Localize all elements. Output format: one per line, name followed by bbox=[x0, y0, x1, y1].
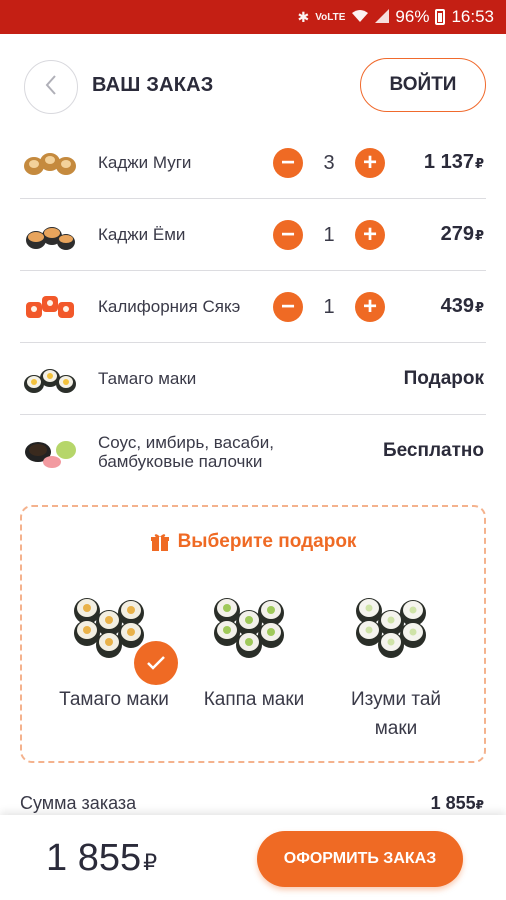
bluetooth-icon: ✱ bbox=[297, 8, 310, 25]
gift-selection-panel: Выберите подарок Тамаго маки Каппа маки … bbox=[20, 505, 486, 763]
item-name: Соус, имбирь, васаби, бамбуковые палочки bbox=[98, 433, 274, 471]
item-price: 439₽ bbox=[440, 295, 484, 317]
status-bar: ✱ VoLTE 96% 16:53 bbox=[0, 0, 506, 34]
quantity-stepper: − 3 + bbox=[273, 148, 385, 178]
order-sum-label: Сумма заказа bbox=[20, 793, 137, 813]
page-title: ВАШ ЗАКАЗ bbox=[92, 74, 214, 96]
increase-quantity-button[interactable]: + bbox=[355, 220, 385, 250]
battery-percent: 96% bbox=[395, 7, 430, 26]
order-item: Тамаго маки Подарок bbox=[20, 343, 486, 415]
gift-option-label: Каппа маки bbox=[203, 689, 305, 710]
order-item: Соус, имбирь, васаби, бамбуковые палочки… bbox=[20, 415, 486, 487]
sushi-roll-izumi-tai-icon bbox=[356, 598, 426, 658]
checkout-bar: 1 855₽ ОФОРМИТЬ ЗАКАЗ bbox=[0, 815, 506, 900]
order-item: Калифорния Сякэ − 1 + 439₽ bbox=[20, 271, 486, 343]
increase-quantity-button[interactable]: + bbox=[355, 148, 385, 178]
gift-title: Выберите подарок bbox=[22, 531, 484, 553]
gift-option-label: Изуми тай маки bbox=[350, 689, 442, 739]
item-price: 1 137₽ bbox=[423, 151, 484, 173]
selected-check-icon bbox=[134, 641, 178, 685]
item-name: Каджи Муги bbox=[98, 153, 192, 172]
sushi-roll-salmon-icon bbox=[26, 296, 74, 318]
sushi-roll-baked-icon bbox=[26, 227, 75, 250]
sauce-ginger-wasabi-icon bbox=[25, 441, 76, 468]
sushi-roll-tamago-icon bbox=[24, 369, 76, 393]
signal-icon bbox=[375, 8, 390, 26]
quantity-stepper: − 1 + bbox=[273, 220, 385, 250]
sushi-roll-kappa-icon bbox=[214, 598, 284, 658]
item-name: Каджи Ёми bbox=[98, 225, 186, 244]
decrease-quantity-button[interactable]: − bbox=[273, 148, 303, 178]
order-sum-value: 1 855₽ bbox=[430, 793, 484, 813]
gift-icon bbox=[150, 534, 169, 551]
quantity-stepper: − 1 + bbox=[273, 292, 385, 322]
chevron-left-icon bbox=[44, 72, 58, 103]
decrease-quantity-button[interactable]: − bbox=[273, 292, 303, 322]
order-item: Каджи Ёми − 1 + 279₽ bbox=[20, 199, 486, 271]
item-quantity: 3 bbox=[323, 151, 335, 174]
clock: 16:53 bbox=[451, 7, 494, 26]
sushi-roll-tempura-icon bbox=[24, 153, 76, 175]
decrease-quantity-button[interactable]: − bbox=[273, 220, 303, 250]
item-name: Тамаго маки bbox=[98, 369, 197, 388]
gift-option-kappa[interactable]: Каппа маки bbox=[184, 591, 324, 714]
gift-status: Подарок bbox=[403, 368, 484, 389]
order-item: Каджи Муги − 3 + 1 137₽ bbox=[20, 127, 486, 199]
order-list: Каджи Муги − 3 + 1 137₽ Каджи Ёми − 1 + … bbox=[20, 127, 486, 487]
volte-icon: VoLTE bbox=[315, 11, 346, 23]
order-sum-row: Сумма заказа 1 855₽ bbox=[20, 793, 486, 815]
wifi-icon bbox=[351, 9, 369, 26]
item-price: 279₽ bbox=[440, 223, 484, 245]
header: ВАШ ЗАКАЗ ВОЙТИ bbox=[0, 34, 506, 132]
back-button[interactable] bbox=[24, 60, 78, 114]
order-total: 1 855₽ bbox=[46, 837, 158, 879]
item-quantity: 1 bbox=[323, 295, 335, 318]
item-quantity: 1 bbox=[323, 223, 335, 246]
increase-quantity-button[interactable]: + bbox=[355, 292, 385, 322]
gift-option-label: Тамаго маки bbox=[59, 689, 169, 710]
battery-icon bbox=[435, 9, 446, 25]
checkout-button[interactable]: ОФОРМИТЬ ЗАКАЗ bbox=[257, 831, 463, 887]
item-name: Калифорния Сякэ bbox=[98, 297, 241, 316]
login-button[interactable]: ВОЙТИ bbox=[360, 58, 486, 112]
gift-option-izumi-tai[interactable]: Изуми тай маки bbox=[326, 591, 466, 743]
free-status: Бесплатно bbox=[382, 440, 484, 461]
